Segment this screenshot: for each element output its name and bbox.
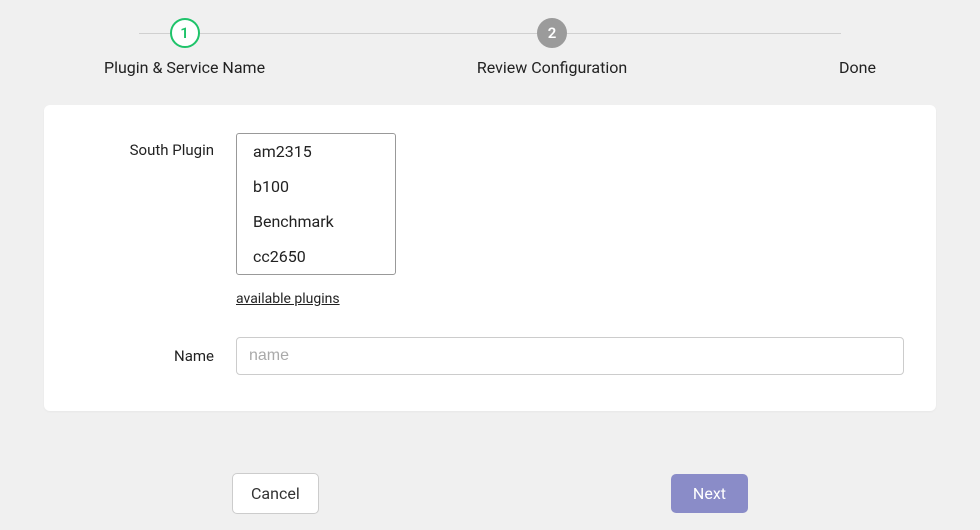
plugin-option[interactable]: Benchmark [237,204,395,239]
step-3: 3 Done [839,18,876,77]
plugin-option[interactable]: am2315 [237,134,395,169]
wizard-stepper: 1 Plugin & Service Name 2 Review Configu… [104,18,876,77]
name-label: Name [76,347,236,365]
plugin-option[interactable]: cc2650 [237,239,395,274]
step-circle-2: 2 [537,18,567,48]
cancel-button[interactable]: Cancel [232,473,319,514]
step-2: 2 Review Configuration [477,18,627,77]
form-card: South Plugin am2315 b100 Benchmark cc265… [44,105,936,411]
south-plugin-label: South Plugin [76,133,236,159]
step-1: 1 Plugin & Service Name [104,18,265,77]
plugin-option[interactable]: b100 [237,169,395,204]
available-plugins-link[interactable]: available plugins [236,291,904,307]
step-label-3: Done [839,58,876,77]
step-label-1: Plugin & Service Name [104,58,265,77]
name-input[interactable] [236,337,904,375]
next-button[interactable]: Next [671,474,748,513]
step-circle-1: 1 [170,18,200,48]
south-plugin-listbox[interactable]: am2315 b100 Benchmark cc2650 [236,133,396,275]
wizard-footer: Cancel Next [44,473,936,514]
step-label-2: Review Configuration [477,58,627,77]
